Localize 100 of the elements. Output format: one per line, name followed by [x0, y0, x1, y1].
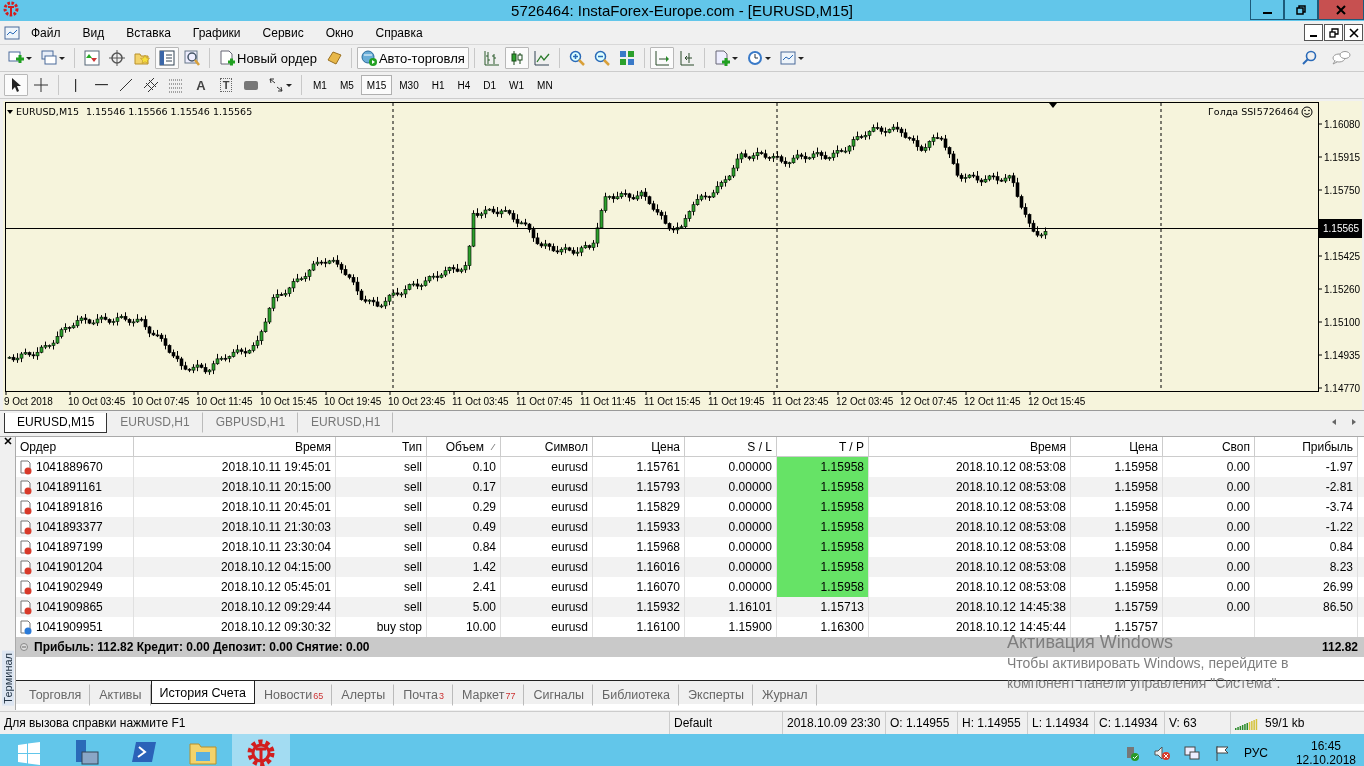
arrow-left-bar-icon [678, 50, 695, 66]
timeframe-button[interactable]: M30 [393, 75, 425, 95]
terminal-tab[interactable]: Библиотека [593, 684, 680, 706]
time-label: 11 Oct 03:45 [452, 396, 509, 407]
window-title: 5726464: InstaForex-Europe.com - [EURUSD,M15] [511, 2, 853, 19]
column-header[interactable]: Время [869, 437, 1071, 457]
chart-symbol: EURUSD,M15 [16, 106, 80, 117]
terminal-tab[interactable]: История Счета [150, 681, 255, 704]
menu-item[interactable]: Файл [20, 22, 72, 43]
column-header[interactable]: Прибыль [1255, 437, 1358, 457]
connection-bars-icon [1235, 716, 1259, 730]
column-header[interactable]: Время [134, 437, 336, 457]
terminal-tab[interactable]: Алерты [332, 684, 395, 706]
pending-order-icon [20, 619, 32, 635]
time-label: 11 Oct 23:45 [772, 396, 829, 407]
chart-shift-marker[interactable] [1049, 103, 1057, 108]
account-name: Голда SSI [1208, 106, 1256, 117]
chart-window-icon [779, 50, 796, 66]
current-price-label [1319, 219, 1362, 238]
windows-logo-icon [16, 740, 42, 766]
terminal-tab[interactable]: Торговля [20, 684, 91, 706]
time-label: 11 Oct 11:45 [580, 396, 636, 407]
column-header[interactable]: Тип [336, 437, 427, 457]
table-cell: 1.15968 [636, 540, 680, 554]
restore-button[interactable] [1324, 24, 1343, 41]
menu-item[interactable]: Справка [364, 22, 434, 43]
terminal-tab[interactable]: Новости65 [254, 684, 333, 706]
table-cell: 2018.10.12 05:45:01 [220, 580, 331, 594]
menu-item[interactable]: Вид [71, 22, 116, 43]
terminal-tab[interactable]: Почта3 [394, 684, 454, 706]
table-cell: 0.00000 [728, 540, 772, 554]
chart-tab[interactable]: GBPUSD,H1 [202, 412, 299, 433]
table-cell: eurusd [551, 560, 588, 574]
price-tick: 1.15425 [1324, 251, 1361, 262]
column-header[interactable]: Цена [593, 437, 685, 457]
table-cell: 1.15958 [820, 480, 864, 494]
time-label: 10 Oct 15:45 [260, 396, 318, 407]
toolbar-text-button[interactable]: Авто-торговля [356, 47, 469, 69]
terminal-tab[interactable]: Маркет77 [453, 684, 525, 706]
minimize-icon [1310, 35, 1317, 37]
toolbar-button[interactable] [4, 74, 28, 96]
text-tool-button[interactable]: A [189, 74, 213, 96]
table-cell: 2018.10.12 08:53:08 [955, 520, 1066, 534]
terminal-tab[interactable]: Сигналы [524, 684, 594, 706]
column-header[interactable]: Цена [1071, 437, 1163, 457]
table-cell: 1.42 [472, 560, 496, 574]
column-header[interactable]: Символ [501, 437, 593, 457]
table-cell: eurusd [551, 460, 588, 474]
timeframe-button[interactable]: MN [531, 75, 559, 95]
column-header[interactable]: Объем [427, 437, 501, 457]
time-label: 12 Oct 03:45 [836, 396, 894, 407]
language-indicator[interactable]: РУС [1243, 746, 1268, 760]
taskbar-app[interactable] [232, 734, 290, 766]
toolbar-text-button[interactable]: Новый ордер [215, 47, 321, 69]
column-header[interactable]: Своп [1163, 437, 1255, 457]
ingot-icon [325, 50, 342, 66]
chart-ohlc: 1.15546 1.15566 1.15546 1.15565 [86, 106, 253, 117]
text-tool-button[interactable]: T [214, 74, 238, 96]
timeframe-button[interactable]: M1 [307, 75, 333, 95]
terminal-tab[interactable]: Эксперты [679, 684, 753, 706]
timeframe-button[interactable]: D1 [477, 75, 503, 95]
table-cell: 0.00 [1226, 460, 1250, 474]
caret-icon [764, 56, 771, 60]
table-cell: 0.00 [1226, 520, 1250, 534]
timeframe-button[interactable]: M15 [360, 75, 393, 95]
order-icon [20, 459, 32, 475]
timeframe-button[interactable]: H1 [425, 75, 451, 95]
chart-tab[interactable]: EURUSD,M15 [4, 413, 108, 433]
caret-icon [731, 56, 738, 60]
timeframe-button[interactable]: M5 [333, 75, 360, 95]
price-tick: 1.14935 [1324, 350, 1361, 361]
table-cell: eurusd [551, 500, 588, 514]
terminal-tab[interactable]: Активы [90, 684, 151, 706]
minimize-button[interactable] [1250, 0, 1284, 20]
price-tick: 1.15100 [1324, 317, 1361, 328]
table-cell: 0.84 [1329, 540, 1353, 554]
column-header[interactable]: Ордер [16, 437, 134, 457]
menu-item[interactable]: Графики [181, 22, 252, 43]
minimize-button[interactable] [1304, 24, 1323, 41]
status-text: 2018.10.09 23:30 [787, 716, 881, 730]
table-cell: -1.97 [1325, 460, 1353, 474]
table-cell: 1.16070 [636, 580, 680, 594]
menu-item[interactable]: Вставка [115, 22, 182, 43]
table-cell: 1.15958 [1114, 460, 1158, 474]
table-cell: 2018.10.12 08:53:08 [955, 460, 1066, 474]
table-cell: eurusd [551, 540, 588, 554]
menu-item[interactable]: Сервис [251, 22, 315, 43]
chart-tab[interactable]: EURUSD,H1 [298, 412, 394, 433]
timeframe-button[interactable]: W1 [503, 75, 531, 95]
caret-icon [26, 56, 32, 60]
gear-icon [3, 1, 19, 17]
timeframe-button[interactable]: H4 [451, 75, 477, 95]
caret-icon [286, 83, 292, 87]
close-button[interactable] [1344, 24, 1363, 41]
column-header[interactable]: S / L [685, 437, 777, 457]
chart-tab[interactable]: EURUSD,H1 [107, 412, 203, 433]
document-plus-icon [713, 50, 730, 66]
time-label: 10 Oct 07:45 [132, 396, 190, 407]
terminal-tab[interactable]: Журнал [753, 684, 817, 706]
menu-item[interactable]: Окно [314, 22, 365, 43]
